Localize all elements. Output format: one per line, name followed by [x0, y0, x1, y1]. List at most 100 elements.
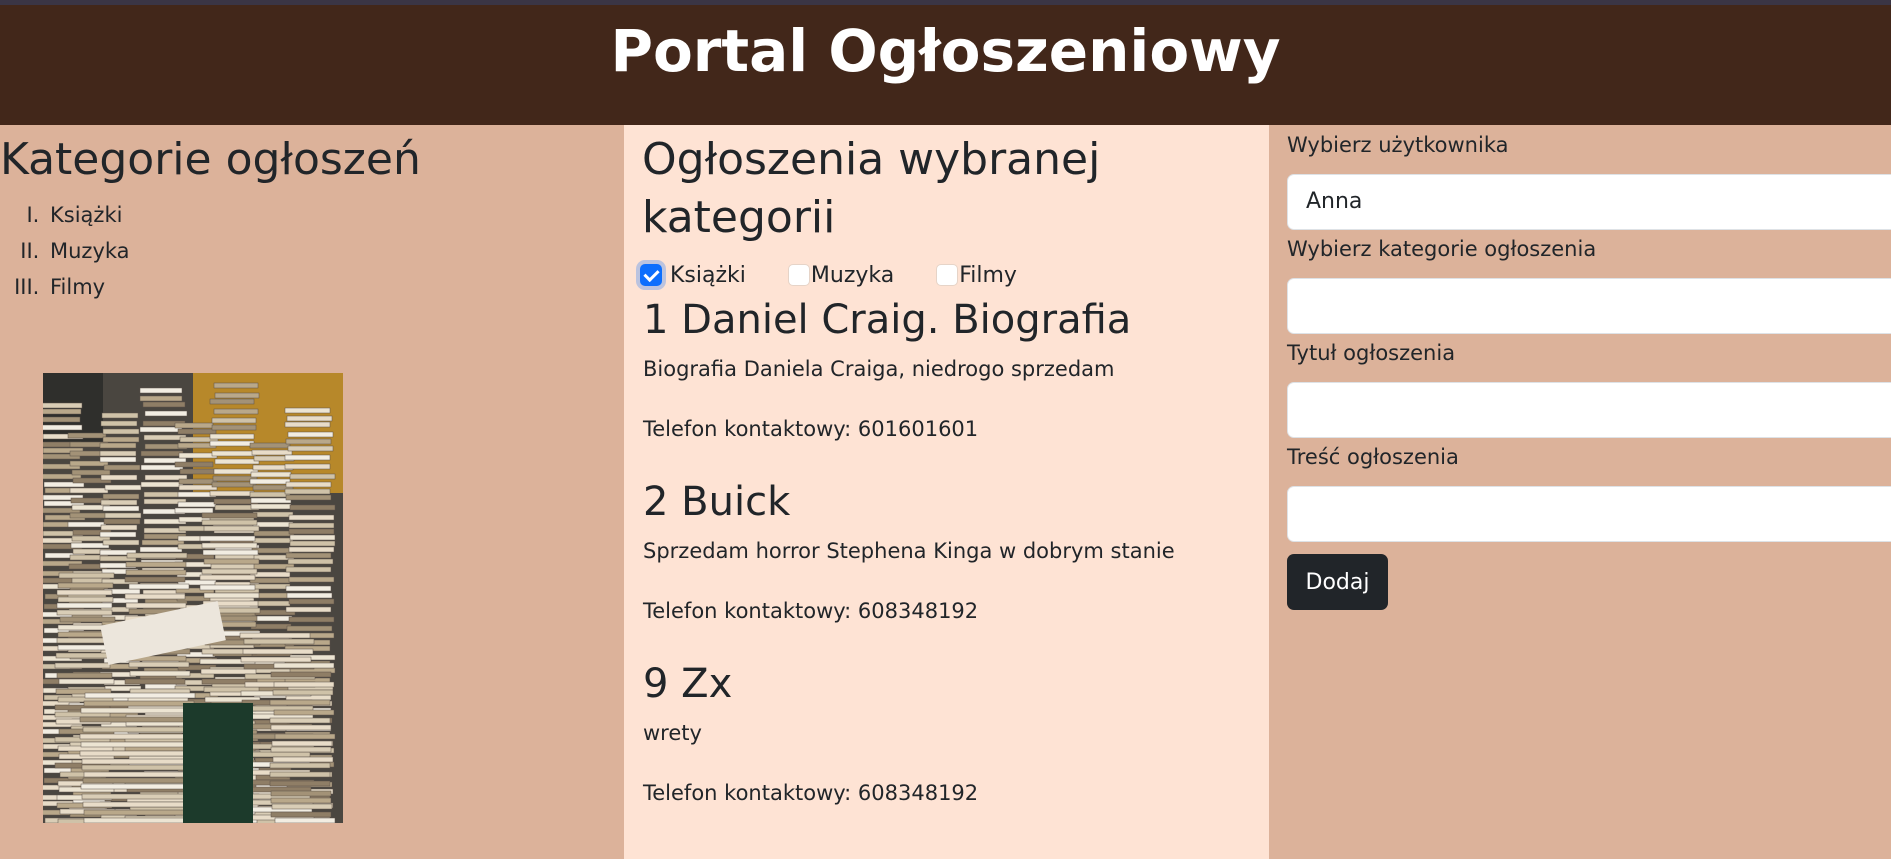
- book-spine: [250, 623, 292, 630]
- book-spine: [102, 428, 140, 435]
- book-spine: [270, 724, 332, 731]
- book-spine: [69, 512, 109, 519]
- user-select[interactable]: Anna: [1287, 174, 1891, 230]
- book-spine: [83, 700, 195, 707]
- book-spine: [287, 558, 334, 565]
- add-button[interactable]: Dodaj: [1287, 554, 1388, 610]
- book-spine: [269, 771, 331, 778]
- ad-item: 9 Zx wrety Telefon kontaktowy: 608348192: [643, 659, 1243, 805]
- book-spine: [213, 382, 259, 389]
- ad-title: 2 Buick: [643, 479, 791, 525]
- book-spine: [285, 606, 332, 613]
- filter-films[interactable]: Filmy: [936, 263, 1017, 288]
- book-spine: [129, 670, 191, 677]
- book-spine: [286, 625, 333, 632]
- book-spine: [43, 424, 83, 431]
- ad-phone: Telefon kontaktowy: 608348192: [643, 781, 979, 805]
- book-spine: [249, 478, 291, 485]
- book-spine: [81, 764, 193, 771]
- book-spine: [178, 484, 218, 491]
- ad-text: Biografia Daniela Craiga, niedrogo sprze…: [643, 357, 1115, 381]
- book-spine: [104, 512, 142, 519]
- book-spine: [103, 464, 141, 471]
- book-spine: [83, 817, 195, 823]
- book-spine: [82, 726, 194, 733]
- book-spine: [284, 463, 331, 470]
- title-input[interactable]: [1287, 382, 1891, 438]
- book-spine: [211, 424, 257, 431]
- book-spine: [288, 528, 335, 535]
- book-spine: [81, 793, 193, 800]
- content-input[interactable]: [1287, 486, 1891, 542]
- book-spine: [273, 662, 335, 669]
- filter-films-checkbox[interactable]: [936, 264, 959, 286]
- category-input[interactable]: [1287, 278, 1891, 334]
- book-spine: [250, 503, 292, 510]
- categories-list: Książki Muzyka Filmy: [0, 197, 130, 305]
- filter-books[interactable]: Książki: [640, 263, 746, 288]
- book-spine: [99, 456, 137, 463]
- book-spine: [288, 616, 335, 623]
- book-spine: [56, 602, 113, 609]
- book-spine: [128, 583, 190, 590]
- book-spine: [80, 707, 192, 714]
- book-spine: [79, 716, 191, 723]
- book-spine: [143, 434, 187, 441]
- book-spine: [271, 740, 333, 747]
- book-spine: [200, 668, 257, 675]
- categories-heading: Kategorie ogłoszeń: [0, 134, 421, 185]
- book-spine: [272, 756, 334, 763]
- book-spine: [253, 530, 295, 537]
- book-spine: [285, 494, 332, 501]
- book-spine: [289, 540, 336, 547]
- book-spine: [144, 410, 188, 417]
- book-spine: [243, 638, 315, 645]
- book-spine: [82, 801, 194, 808]
- page-header: Portal Ogłoszeniowy: [0, 5, 1891, 125]
- book-spine: [269, 699, 331, 706]
- book-spine: [285, 585, 332, 592]
- book-spine: [201, 542, 258, 549]
- book-spine: [199, 584, 256, 591]
- book-spine: [54, 662, 111, 669]
- book-spine: [79, 750, 191, 757]
- book-spine: [177, 428, 217, 435]
- category-item: Filmy: [46, 269, 130, 305]
- book-spine: [179, 468, 219, 475]
- book-spine: [141, 539, 185, 546]
- filter-books-checkbox[interactable]: [640, 264, 662, 286]
- book-spine: [81, 758, 193, 765]
- book-spine: [213, 408, 259, 415]
- book-spine: [209, 440, 255, 447]
- book-spine: [270, 790, 332, 797]
- content-label: Treść ogłoszenia: [1287, 445, 1459, 469]
- book-spine: [125, 569, 187, 576]
- book-spine: [71, 469, 111, 476]
- filter-music-checkbox[interactable]: [787, 264, 810, 286]
- book-spine: [270, 811, 332, 818]
- book-spine: [209, 398, 255, 405]
- book-spine: [203, 592, 260, 599]
- book-spine: [174, 422, 214, 429]
- book-spine: [43, 402, 83, 409]
- book-spine: [56, 672, 113, 679]
- book-spine: [288, 546, 335, 553]
- book-spine: [199, 535, 256, 542]
- filter-books-label: Książki: [670, 262, 746, 288]
- book-spine: [273, 709, 335, 716]
- book-spine: [178, 452, 218, 459]
- book-spine: [124, 593, 186, 600]
- book-spine: [83, 771, 195, 778]
- book-spine: [285, 438, 332, 445]
- ad-phone: Telefon kontaktowy: 608348192: [643, 599, 979, 623]
- book-spine: [100, 499, 138, 506]
- book-spine: [270, 797, 332, 804]
- book-stacks-illustration: [43, 373, 343, 823]
- book-spine: [250, 497, 292, 504]
- book-spine: [284, 454, 331, 461]
- book-spine: [103, 518, 141, 525]
- book-spine: [124, 576, 186, 583]
- book-spine: [55, 652, 112, 659]
- filter-music[interactable]: Muzyka: [787, 263, 894, 288]
- book-spine: [139, 546, 183, 553]
